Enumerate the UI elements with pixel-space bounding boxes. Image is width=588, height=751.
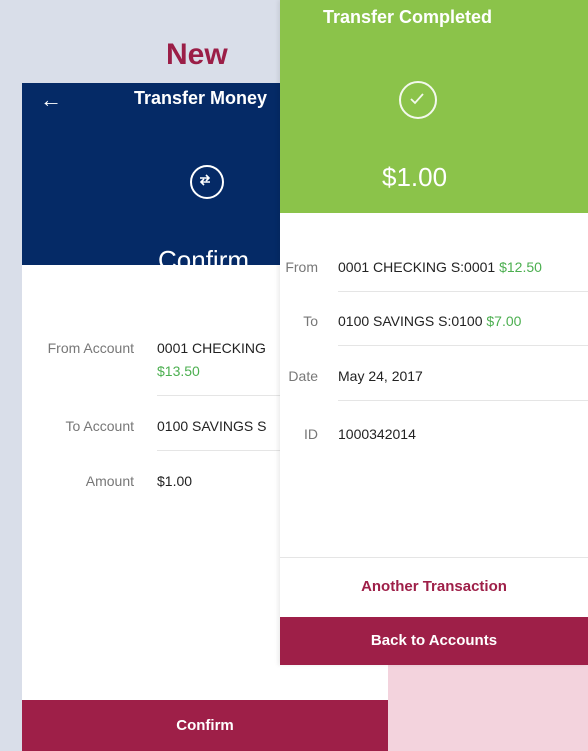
new-badge: New xyxy=(166,38,228,71)
confirm-heading: Confirm xyxy=(158,245,250,275)
back-arrow-icon[interactable]: ← xyxy=(40,87,62,113)
transfer-amount: $1.00 xyxy=(382,162,448,192)
row-label: Amount xyxy=(85,473,134,489)
checkmark-icon xyxy=(399,81,437,119)
account-balance: $7.00 xyxy=(486,313,522,329)
another-transaction-button[interactable]: Another Transaction xyxy=(280,578,588,595)
account-name: 0001 CHECKING S:0001 xyxy=(338,259,496,275)
confirm-button[interactable]: Confirm xyxy=(22,700,388,751)
completed-title: Transfer Completed xyxy=(323,7,493,27)
row-label: Date xyxy=(288,368,318,384)
completed-header: Transfer Completed $1.00 xyxy=(280,0,588,213)
row-value: 0100 SAVINGS S:0100 $7.00 xyxy=(338,313,521,329)
row-label: To Account xyxy=(65,418,135,434)
row-value: 1000342014 xyxy=(338,426,416,442)
row-divider xyxy=(338,291,588,292)
row-value: May 24, 2017 xyxy=(338,368,423,384)
row-value: $1.00 xyxy=(157,473,193,489)
row-balance: $13.50 xyxy=(157,363,200,379)
row-divider xyxy=(338,345,588,346)
account-balance: $12.50 xyxy=(499,259,542,275)
row-value: 0001 CHECKING S:0001 $12.50 xyxy=(338,259,542,275)
transfer-completed-screen: Transfer Completed $1.00 From 0001 CHECK… xyxy=(280,0,588,665)
row-divider xyxy=(338,400,588,401)
row-label: ID xyxy=(304,426,318,442)
row-label: To xyxy=(303,313,318,329)
header-title: Transfer Money xyxy=(134,88,268,108)
row-value: 0100 SAVINGS S xyxy=(157,418,267,434)
row-label: From xyxy=(285,259,318,275)
row-label: From Account xyxy=(47,340,134,356)
account-name: 0100 SAVINGS S:0100 xyxy=(338,313,483,329)
transfer-swap-icon xyxy=(190,165,224,199)
divider xyxy=(280,557,588,558)
row-value: 0001 CHECKING xyxy=(157,340,266,356)
back-to-accounts-button[interactable]: Back to Accounts xyxy=(280,617,588,665)
